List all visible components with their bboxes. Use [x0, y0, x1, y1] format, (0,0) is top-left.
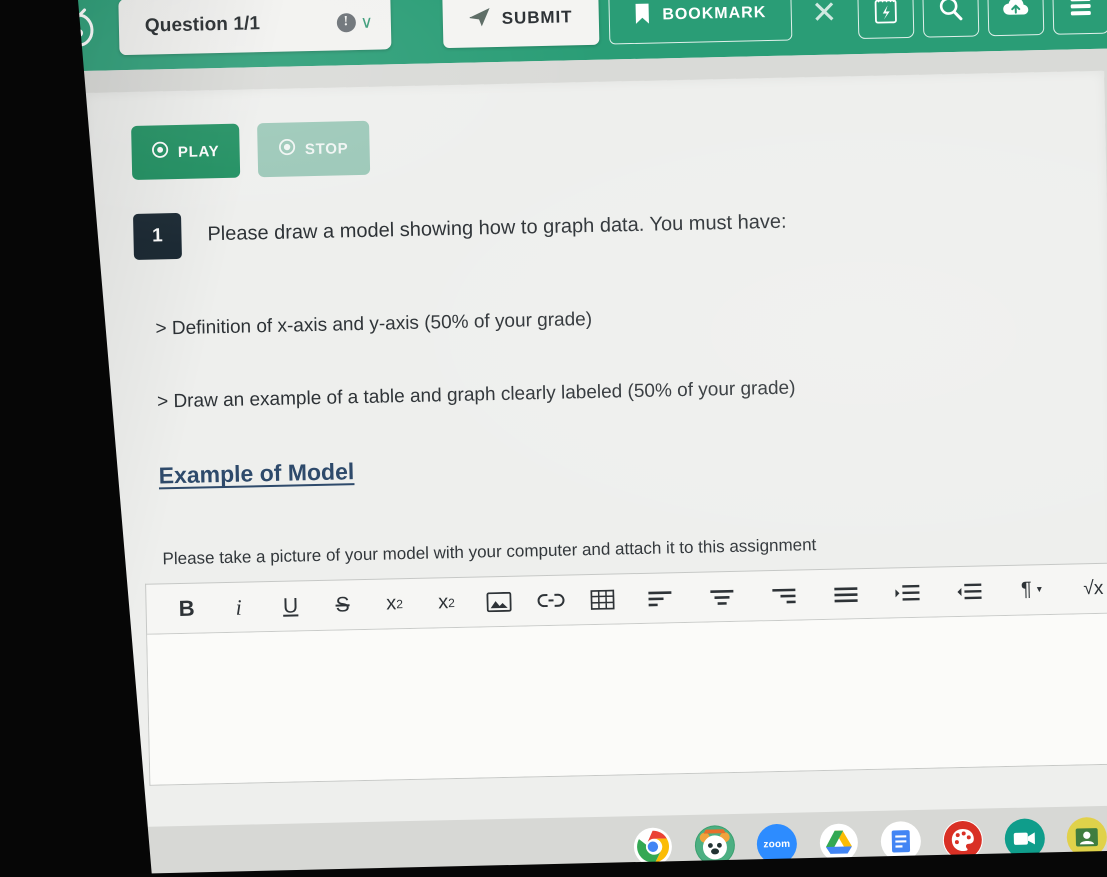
- example-of-model-link[interactable]: Example of Model: [158, 459, 354, 490]
- search-magnifier-icon[interactable]: [921, 0, 979, 38]
- outdent-button[interactable]: [938, 569, 1001, 614]
- bookmark-button[interactable]: BOOKMARK: [607, 0, 792, 45]
- stop-circle-icon: [279, 138, 296, 160]
- attachment-instruction: Please take a picture of your model with…: [162, 535, 817, 569]
- chrome-app-icon[interactable]: [632, 826, 673, 867]
- math-equation-button[interactable]: √x: [1062, 566, 1107, 611]
- play-button[interactable]: PLAY: [131, 123, 241, 180]
- stop-button[interactable]: STOP: [257, 120, 371, 178]
- art-palette-app-icon[interactable]: [942, 819, 984, 861]
- assignment-card: PLAY STOP 1 Please draw a model showing …: [84, 70, 1107, 853]
- question-counter-label: Question 1/1: [144, 13, 261, 37]
- question-prompt: Please draw a model showing how to graph…: [207, 210, 787, 246]
- balloon-logo-icon[interactable]: [58, 4, 99, 53]
- insert-image-button[interactable]: [472, 579, 525, 624]
- underline-button[interactable]: U: [264, 584, 317, 629]
- indent-button[interactable]: [876, 570, 939, 615]
- mascot-bear-app-icon[interactable]: [694, 824, 736, 866]
- play-button-label: PLAY: [177, 142, 220, 161]
- info-circle-icon[interactable]: !: [336, 12, 356, 32]
- align-justify-button[interactable]: [814, 572, 877, 617]
- bookmark-flag-icon: [633, 2, 651, 29]
- page-background: PLAY STOP 1 Please draw a model showing …: [37, 47, 1107, 877]
- classroom-app-icon[interactable]: [1066, 816, 1107, 858]
- subscript-affix: 2: [396, 597, 404, 612]
- superscript-button[interactable]: x2: [420, 581, 473, 626]
- rich-text-editor: B i U S x2 x2 ¶ ▾ √x: [145, 562, 1107, 787]
- insert-table-button[interactable]: [576, 577, 629, 622]
- question-number-badge: 1: [132, 212, 182, 260]
- shelf-app-list: zoom: [632, 816, 1107, 867]
- play-circle-icon: [152, 141, 169, 163]
- pilcrow-icon: ¶: [1020, 578, 1033, 602]
- zoom-app-label: zoom: [763, 838, 791, 850]
- screen-photo: Question 1/1 ! ∨ SUBMIT BOOKMARK ✕ PLAY …: [0, 0, 1107, 877]
- close-x-icon[interactable]: ✕: [801, 0, 848, 40]
- insert-link-button[interactable]: [524, 578, 577, 623]
- google-drive-app-icon[interactable]: [818, 822, 859, 863]
- menu-list-icon[interactable]: [1051, 0, 1107, 35]
- strikethrough-button[interactable]: S: [316, 583, 369, 628]
- chevron-down-icon: ▾: [1036, 584, 1042, 596]
- cloud-upload-icon[interactable]: [986, 0, 1044, 37]
- subscript-base: x: [385, 592, 397, 615]
- editor-text-area[interactable]: [147, 613, 1107, 786]
- stop-button-label: STOP: [304, 139, 349, 158]
- teal-media-app-icon[interactable]: [1004, 818, 1046, 860]
- laptop-screen: Question 1/1 ! ∨ SUBMIT BOOKMARK ✕ PLAY …: [36, 0, 1107, 877]
- send-paper-plane-icon: [469, 7, 492, 32]
- header-spacer: [401, 20, 433, 21]
- submit-button[interactable]: SUBMIT: [442, 0, 599, 49]
- superscript-affix: 2: [448, 595, 456, 611]
- media-controls: PLAY STOP: [131, 106, 1066, 180]
- subscript-button[interactable]: x2: [368, 582, 421, 627]
- align-left-button[interactable]: [628, 576, 691, 621]
- question-selector-pill[interactable]: Question 1/1 ! ∨: [118, 0, 392, 56]
- chevron-down-icon[interactable]: ∨: [360, 12, 373, 31]
- requirements-list: > Definition of x-axis and y-axis (50% o…: [135, 298, 1071, 416]
- question-header-row: 1 Please draw a model showing how to gra…: [132, 194, 1068, 260]
- bold-button[interactable]: B: [160, 586, 213, 631]
- superscript-base: x: [437, 591, 449, 614]
- requirement-item: > Draw an example of a table and graph c…: [156, 377, 796, 413]
- zoom-app-icon[interactable]: zoom: [756, 823, 798, 865]
- launcher-circle-icon[interactable]: [116, 846, 140, 870]
- google-docs-app-icon[interactable]: [880, 820, 922, 862]
- align-right-button[interactable]: [752, 573, 815, 618]
- requirement-item: > Definition of x-axis and y-axis (50% o…: [155, 308, 593, 340]
- submit-button-label: SUBMIT: [501, 7, 573, 28]
- notepad-calendar-icon[interactable]: [856, 0, 914, 40]
- question-pill-controls: ! ∨: [336, 12, 373, 32]
- italic-button[interactable]: i: [212, 585, 265, 630]
- header-icon-group: [856, 0, 1107, 40]
- paragraph-format-button[interactable]: ¶ ▾: [1000, 568, 1063, 613]
- bookmark-button-label: BOOKMARK: [662, 4, 767, 24]
- align-center-button[interactable]: [690, 574, 753, 619]
